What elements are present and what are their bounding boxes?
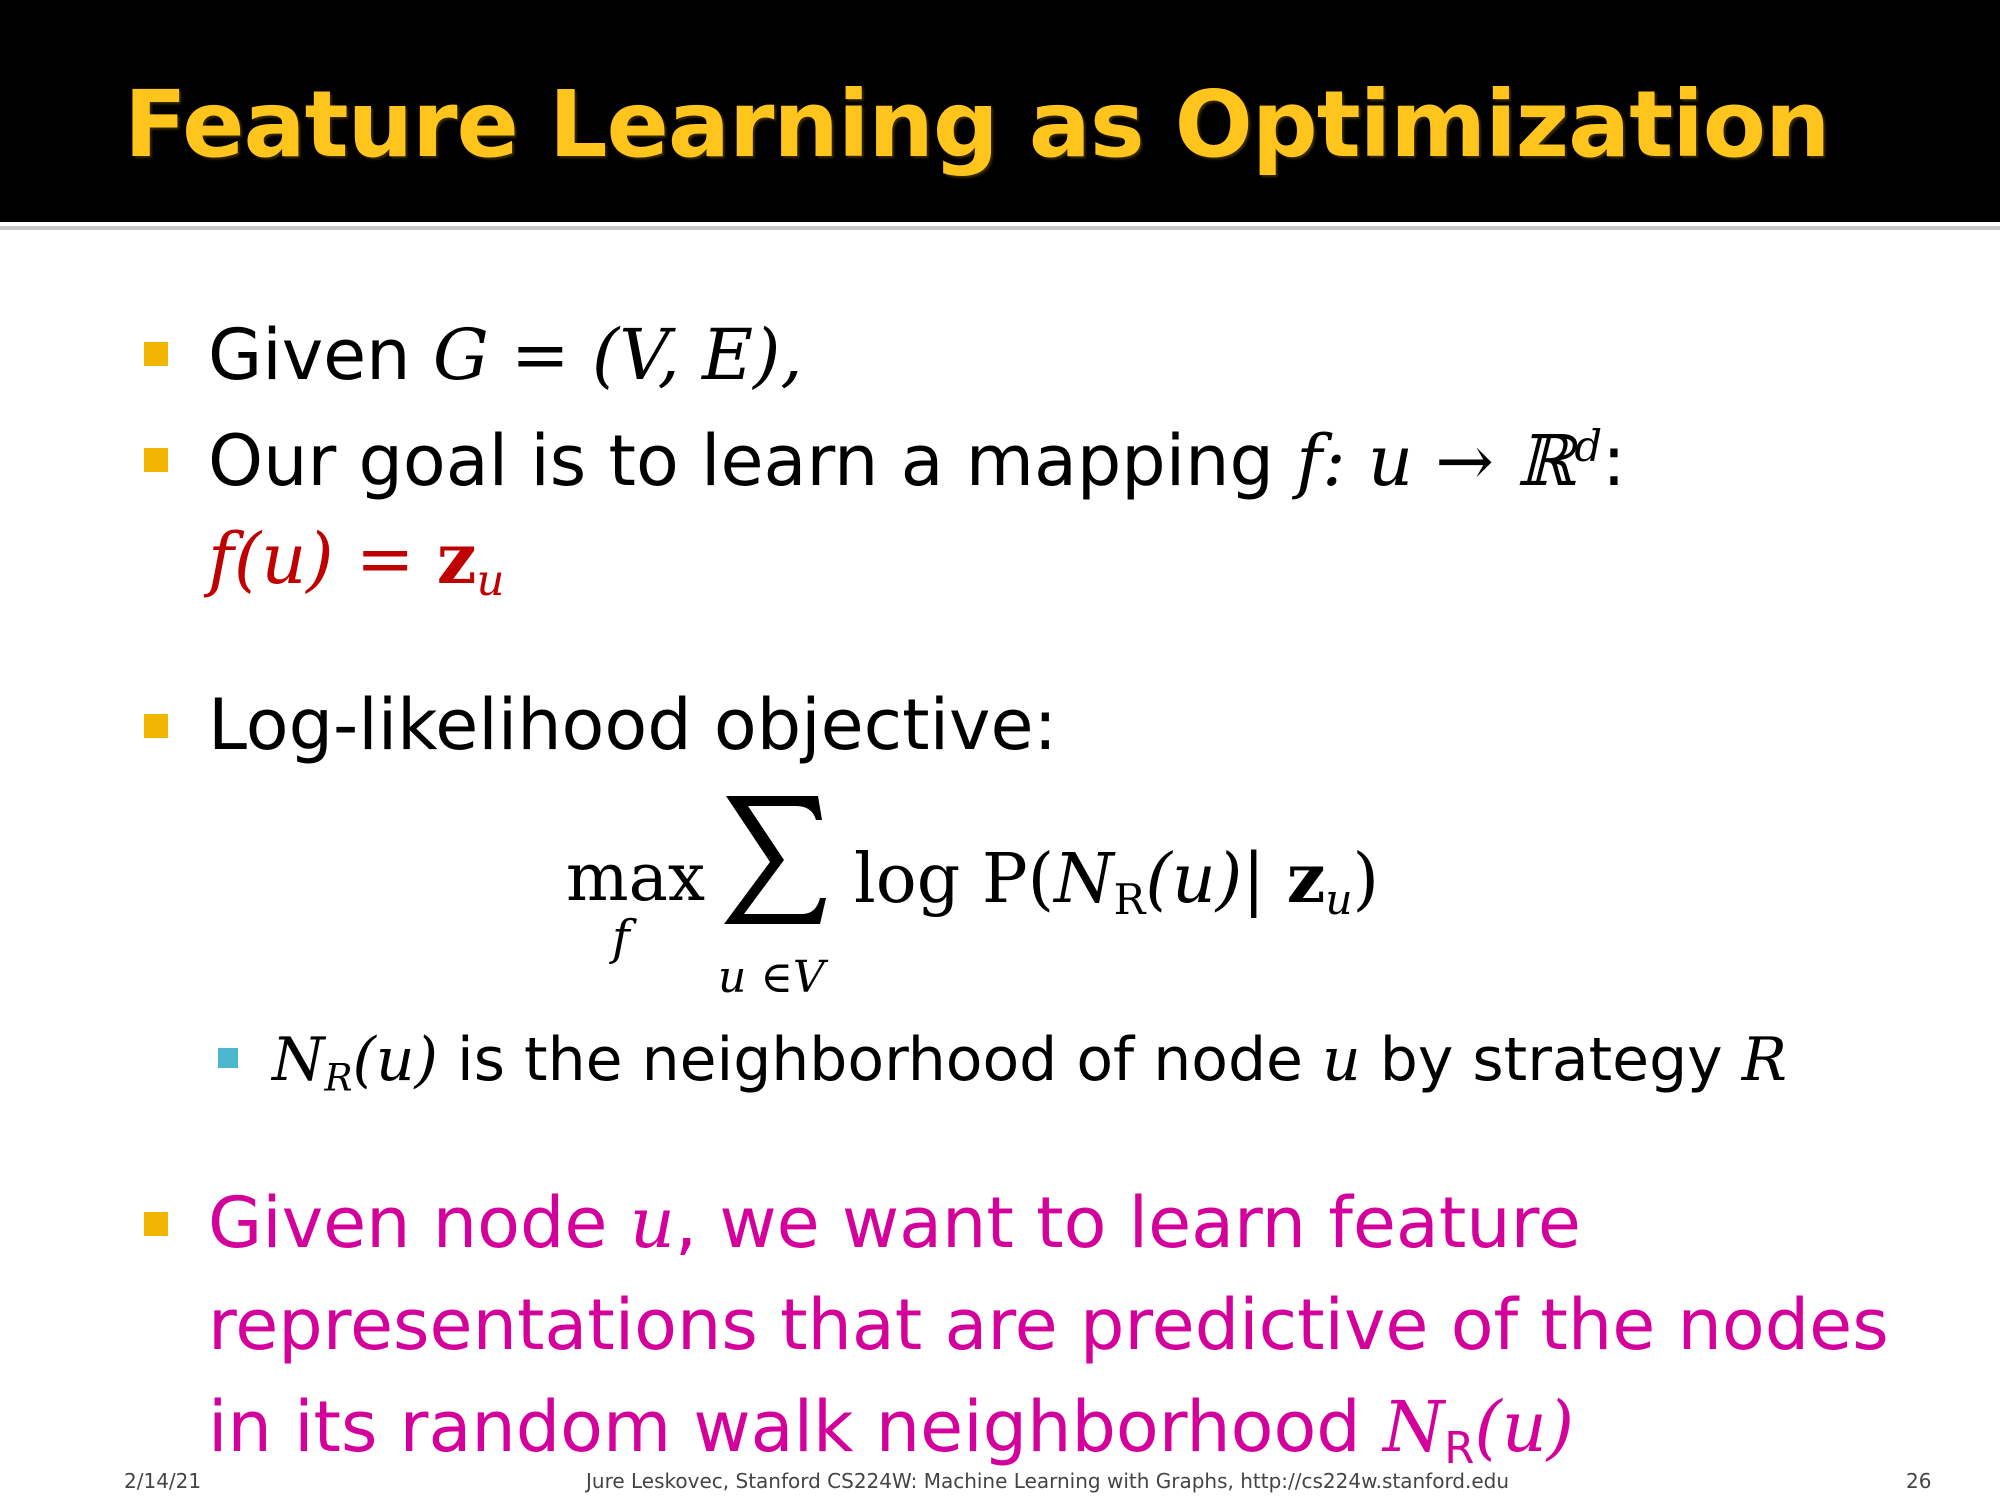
- objective-equation: max f u ∈V log P(NR(u)| zu): [560, 790, 1420, 1010]
- highlight-text: , we want to learn feature: [674, 1182, 1581, 1264]
- formula-z-subscript: u: [476, 556, 505, 607]
- neighborhood-arg: (u): [352, 1025, 438, 1095]
- bullet-marker-4: [144, 1212, 168, 1236]
- bullet-goal-mapping: Our goal is to learn a mapping f: u → ℝd…: [208, 416, 1626, 506]
- highlight-node-u: u: [629, 1182, 675, 1264]
- bullet-marker-1: [144, 342, 168, 366]
- bullet-text-colon: :: [1602, 420, 1626, 502]
- objective-condition: (u)|: [1145, 840, 1287, 919]
- sub-bullet-text-2: by strategy: [1360, 1025, 1742, 1095]
- highlight-neighborhood-sub: R: [1444, 1424, 1475, 1475]
- footer-date: 2/14/21: [124, 1469, 202, 1493]
- highlight-neighborhood-N: N: [1383, 1386, 1445, 1468]
- title-divider: [0, 226, 2000, 230]
- objective-close-paren: ): [1352, 840, 1380, 919]
- mapping-dimension: d: [1574, 422, 1603, 473]
- node-u-math: u: [1322, 1025, 1361, 1095]
- bullet-marker-2: [144, 448, 168, 472]
- objective-body: log P(NR(u)| zu): [854, 834, 1379, 925]
- highlight-line-3: in its random walk neighborhood NR(u): [208, 1382, 1574, 1472]
- graph-definition-math: G = (V, E),: [432, 314, 803, 396]
- summation-icon: [724, 796, 826, 924]
- highlight-line-2: representations that are predictive of t…: [208, 1284, 1889, 1366]
- neighborhood-N: N: [272, 1025, 325, 1095]
- sub-bullet-neighborhood: NR(u) is the neighborhood of node u by s…: [272, 1020, 1787, 1100]
- highlight-neighborhood-arg: (u): [1474, 1386, 1575, 1468]
- footer-page-number: 26: [1906, 1469, 1932, 1493]
- bullet-text: Given: [208, 314, 433, 396]
- slide-title: Feature Learning as Optimization: [124, 71, 1830, 178]
- bullet-text: Log-likelihood objective:: [208, 684, 1058, 766]
- objective-z: z: [1286, 839, 1326, 919]
- bullet-log-likelihood: Log-likelihood objective:: [208, 680, 1057, 770]
- objective-z-subscript: u: [1325, 874, 1353, 924]
- formula-lhs: f(u) =: [208, 518, 437, 600]
- highlight-text: Given node: [208, 1182, 630, 1264]
- objective-log-prob: log P(: [854, 840, 1055, 919]
- summation-subscript: u ∈V: [718, 952, 825, 1003]
- formula-z: z: [436, 517, 477, 600]
- objective-neighborhood-N: N: [1054, 840, 1114, 919]
- max-operator: max: [566, 839, 706, 916]
- bullet-given-graph: Given G = (V, E),: [208, 310, 803, 400]
- mapping-math: f: u → ℝ: [1296, 420, 1575, 502]
- highlight-line-1: Given node u, we want to learn feature: [208, 1178, 1581, 1268]
- bullet-text: Our goal is to learn a mapping: [208, 420, 1297, 502]
- strategy-R-math: R: [1741, 1025, 1787, 1095]
- objective-neighborhood-strategy: R: [1113, 874, 1146, 924]
- embedding-formula: f(u) = zu: [208, 514, 504, 604]
- bullet-marker-3: [144, 714, 168, 738]
- highlight-text: in its random walk neighborhood: [208, 1386, 1383, 1468]
- sub-bullet-text: is the neighborhood of node: [437, 1025, 1323, 1095]
- max-subscript: f: [612, 910, 630, 966]
- footer-credit: Jure Leskovec, Stanford CS224W: Machine …: [586, 1469, 1510, 1493]
- neighborhood-strategy-sub: R: [324, 1055, 353, 1100]
- sub-bullet-marker: [218, 1048, 238, 1068]
